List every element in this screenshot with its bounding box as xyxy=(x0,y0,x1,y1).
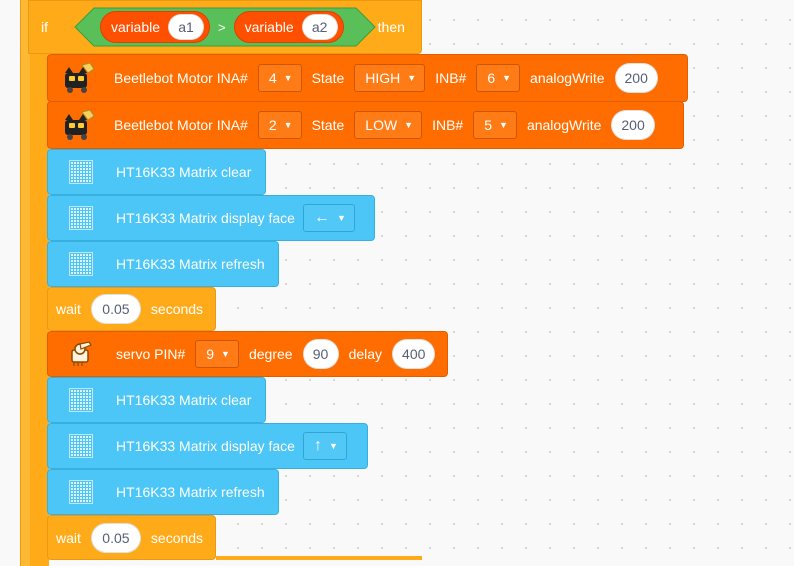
if-block-spine xyxy=(28,0,49,566)
led-matrix-icon xyxy=(60,382,102,418)
inb-value: 6 xyxy=(487,70,496,86)
greater-than-symbol: > xyxy=(218,19,226,35)
inb-value: 5 xyxy=(484,117,493,133)
delay-label: delay xyxy=(348,346,383,362)
seconds-label: seconds xyxy=(150,301,204,317)
wait-label: wait xyxy=(56,301,81,317)
motor-block[interactable]: Beetlebot Motor INA# 2 ▼ State LOW ▼ INB# … xyxy=(47,101,684,149)
state-value: LOW xyxy=(365,117,398,133)
servo-pin-value: 9 xyxy=(206,346,215,362)
chevron-down-icon: ▼ xyxy=(283,73,293,83)
outer-spine xyxy=(20,0,30,566)
chevron-down-icon: ▼ xyxy=(283,120,293,130)
matrix-display-face-block[interactable]: HT16K33 Matrix display face ↑ ▼ xyxy=(47,423,368,469)
state-label: State xyxy=(311,117,345,133)
inb-label: INB# xyxy=(435,70,467,86)
delay-input[interactable]: 400 xyxy=(392,339,436,369)
inb-label: INB# xyxy=(432,117,464,133)
ina-dropdown[interactable]: 4 ▼ xyxy=(257,64,302,92)
led-matrix-icon xyxy=(60,428,102,464)
robot-icon xyxy=(58,60,100,96)
analogwrite-label: analogWrite xyxy=(526,117,602,133)
variable-reporter-a1[interactable]: variable a1 xyxy=(100,11,211,43)
matrix-display-face-label: HT16K33 Matrix display face xyxy=(116,438,295,454)
led-matrix-icon xyxy=(60,154,102,190)
variable-name-a2[interactable]: a2 xyxy=(301,14,338,40)
degree-label: degree xyxy=(248,346,293,362)
inb-dropdown[interactable]: 5 ▼ xyxy=(473,111,517,139)
wait-seconds-input[interactable]: 0.05 xyxy=(90,522,141,553)
chevron-down-icon: ▼ xyxy=(499,120,508,130)
greater-than-operator[interactable]: variable a1 > variable a2 xyxy=(74,7,376,47)
analogwrite-label: analogWrite xyxy=(530,70,605,86)
matrix-clear-block[interactable]: HT16K33 Matrix clear xyxy=(47,149,266,195)
robot-icon xyxy=(58,107,100,143)
face-dropdown[interactable]: ← ▼ xyxy=(302,204,355,232)
variable-label: variable xyxy=(244,19,294,35)
servo-icon xyxy=(60,336,102,372)
face-value: ↑ xyxy=(313,437,322,454)
chevron-down-icon: ▼ xyxy=(221,349,230,359)
matrix-refresh-block[interactable]: HT16K33 Matrix refresh xyxy=(47,241,279,287)
chevron-down-icon: ▼ xyxy=(407,73,417,83)
matrix-clear-label: HT16K33 Matrix clear xyxy=(116,164,252,180)
matrix-clear-label: HT16K33 Matrix clear xyxy=(116,392,252,408)
variable-reporter-a2[interactable]: variable a2 xyxy=(233,11,344,43)
variable-name-a1[interactable]: a1 xyxy=(168,14,205,40)
wait-block[interactable]: wait 0.05 seconds xyxy=(47,515,216,560)
ina-value: 2 xyxy=(268,117,277,133)
state-label: State xyxy=(311,70,345,86)
led-matrix-icon xyxy=(60,474,102,510)
matrix-refresh-block[interactable]: HT16K33 Matrix refresh xyxy=(47,469,279,515)
servo-block[interactable]: servo PIN# 9 ▼ degree 90 delay 400 xyxy=(47,331,448,377)
chevron-down-icon: ▼ xyxy=(328,441,338,451)
matrix-refresh-label: HT16K33 Matrix refresh xyxy=(116,256,265,272)
if-block-header[interactable]: if variable a1 > variable a2 then xyxy=(28,0,422,54)
wait-block[interactable]: wait 0.05 seconds xyxy=(47,287,216,331)
state-dropdown[interactable]: LOW ▼ xyxy=(354,111,423,139)
state-value: HIGH xyxy=(365,70,401,86)
chevron-down-icon: ▼ xyxy=(404,120,414,130)
motor-label: Beetlebot Motor INA# xyxy=(114,117,248,133)
ina-dropdown[interactable]: 2 ▼ xyxy=(257,111,302,139)
motor-label: Beetlebot Motor INA# xyxy=(114,70,248,86)
ina-value: 4 xyxy=(268,70,277,86)
code-workspace[interactable]: if variable a1 > variable a2 then Beetle… xyxy=(0,0,794,566)
variable-label: variable xyxy=(111,19,161,35)
if-keyword: if xyxy=(41,19,48,35)
led-matrix-icon xyxy=(60,246,102,282)
state-dropdown[interactable]: HIGH ▼ xyxy=(354,64,426,92)
if-block-bottom-bar xyxy=(216,556,422,560)
analogwrite-input[interactable]: 200 xyxy=(614,63,658,93)
analogwrite-input[interactable]: 200 xyxy=(611,110,655,140)
matrix-display-face-label: HT16K33 Matrix display face xyxy=(116,210,295,226)
matrix-display-face-block[interactable]: HT16K33 Matrix display face ← ▼ xyxy=(47,195,375,241)
chevron-down-icon: ▼ xyxy=(336,213,346,223)
led-matrix-icon xyxy=(60,200,102,236)
face-dropdown[interactable]: ↑ ▼ xyxy=(302,432,347,460)
chevron-down-icon: ▼ xyxy=(502,73,512,83)
motor-block[interactable]: Beetlebot Motor INA# 4 ▼ State HIGH ▼ INB#… xyxy=(47,54,688,102)
matrix-clear-block[interactable]: HT16K33 Matrix clear xyxy=(47,377,266,423)
matrix-refresh-label: HT16K33 Matrix refresh xyxy=(116,484,265,500)
servo-pin-label: servo PIN# xyxy=(116,346,186,362)
inb-dropdown[interactable]: 6 ▼ xyxy=(476,64,521,92)
face-value: ← xyxy=(313,209,330,226)
seconds-label: seconds xyxy=(150,529,204,546)
then-keyword: then xyxy=(377,19,405,35)
servo-pin-dropdown[interactable]: 9 ▼ xyxy=(195,340,239,368)
wait-label: wait xyxy=(56,529,81,546)
wait-seconds-input[interactable]: 0.05 xyxy=(90,294,141,324)
degree-input[interactable]: 90 xyxy=(302,339,339,369)
